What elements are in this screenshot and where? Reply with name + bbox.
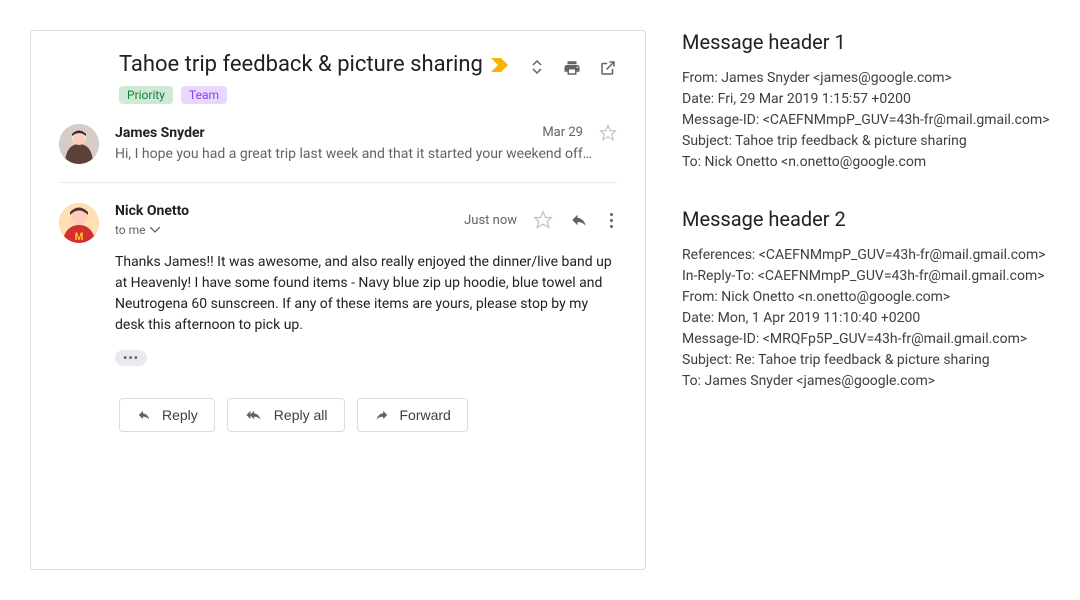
message-meta: Just now [464,210,617,230]
recipient-text: to me [115,223,146,237]
header-to: To: Nick Onetto <n.onetto@google.com [682,152,1060,173]
reply-label: Reply [162,407,198,423]
label-team[interactable]: Team [181,86,227,104]
sender-name: Nick Onetto [115,203,189,219]
subject-row: Tahoe trip feedback & picture sharing Pr… [59,51,617,104]
message-expanded: M Nick Onetto to me Just now [59,183,617,386]
header-title-2: Message header 2 [682,207,1060,231]
forward-button[interactable]: Forward [357,398,468,432]
message-content: James Snyder Mar 29 Hi, I hope you had a… [115,124,617,164]
message-collapsed[interactable]: James Snyder Mar 29 Hi, I hope you had a… [59,104,617,183]
header-msgid: Message-ID: <MRQFp5P_GUV=43h-fr@mail.gma… [682,329,1060,350]
reply-icon[interactable] [569,211,589,229]
message-body: Thanks James!! It was awesome, and also … [115,252,617,336]
message-meta: Mar 29 [542,124,617,142]
avatar [59,124,99,164]
reply-all-arrow-icon [244,408,264,422]
star-icon[interactable] [599,124,617,142]
expand-collapse-icon[interactable] [529,59,545,77]
sender-name: James Snyder [115,125,205,141]
message-header-row: Nick Onetto to me Just now [115,203,617,238]
header-section-2: Message header 2 References: <CAEFNMmpP_… [682,207,1060,392]
chevron-down-icon [150,227,160,233]
reply-button[interactable]: Reply [119,398,215,432]
message-date: Just now [464,213,517,228]
reply-arrow-icon [136,408,152,422]
avatar: M [59,203,99,243]
message-content: Nick Onetto to me Just now [115,203,617,366]
star-icon[interactable] [533,210,553,230]
header-date: Date: Mon, 1 Apr 2019 11:10:40 +0200 [682,308,1060,329]
message-snippet: Hi, I hope you had a great trip last wee… [115,146,617,162]
header-to: To: James Snyder <james@google.com> [682,371,1060,392]
email-thread-card: Tahoe trip feedback & picture sharing Pr… [30,30,646,570]
side-panel: Message header 1 From: James Snyder <jam… [682,30,1060,570]
reply-all-label: Reply all [274,407,328,423]
header-title-1: Message header 1 [682,30,1060,54]
label-priority[interactable]: Priority [119,86,173,104]
header-date: Date: Fri, 29 Mar 2019 1:15:57 +0200 [682,89,1060,110]
trimmed-content-toggle[interactable]: ••• [115,350,147,366]
subject-text: Tahoe trip feedback & picture sharing [119,51,483,80]
header-from: From: James Snyder <james@google.com> [682,68,1060,89]
reply-button-row: Reply Reply all Forward [59,398,617,432]
forward-label: Forward [400,407,451,423]
header-subject: Subject: Tahoe trip feedback & picture s… [682,131,1060,152]
message-date: Mar 29 [542,125,583,140]
reply-all-button[interactable]: Reply all [227,398,345,432]
print-icon[interactable] [563,59,581,77]
header-msgid: Message-ID: <CAEFNMmpP_GUV=43h-fr@mail.g… [682,110,1060,131]
importance-marker-icon[interactable] [491,58,509,72]
forward-arrow-icon [374,408,390,422]
header-inreplyto: In-Reply-To: <CAEFNMmpP_GUV=43h-fr@mail.… [682,266,1060,287]
open-new-window-icon[interactable] [599,59,617,77]
subject-actions [529,51,617,77]
header-section-1: Message header 1 From: James Snyder <jam… [682,30,1060,173]
header-subject: Subject: Re: Tahoe trip feedback & pictu… [682,350,1060,371]
header-references: References: <CAEFNMmpP_GUV=43h-fr@mail.g… [682,245,1060,266]
header-from: From: Nick Onetto <n.onetto@google.com> [682,287,1060,308]
svg-text:M: M [75,232,84,243]
more-icon[interactable] [605,213,617,228]
message-header-row: James Snyder Mar 29 [115,124,617,142]
recipient-line[interactable]: to me [115,223,160,237]
subject-left: Tahoe trip feedback & picture sharing Pr… [59,51,519,104]
